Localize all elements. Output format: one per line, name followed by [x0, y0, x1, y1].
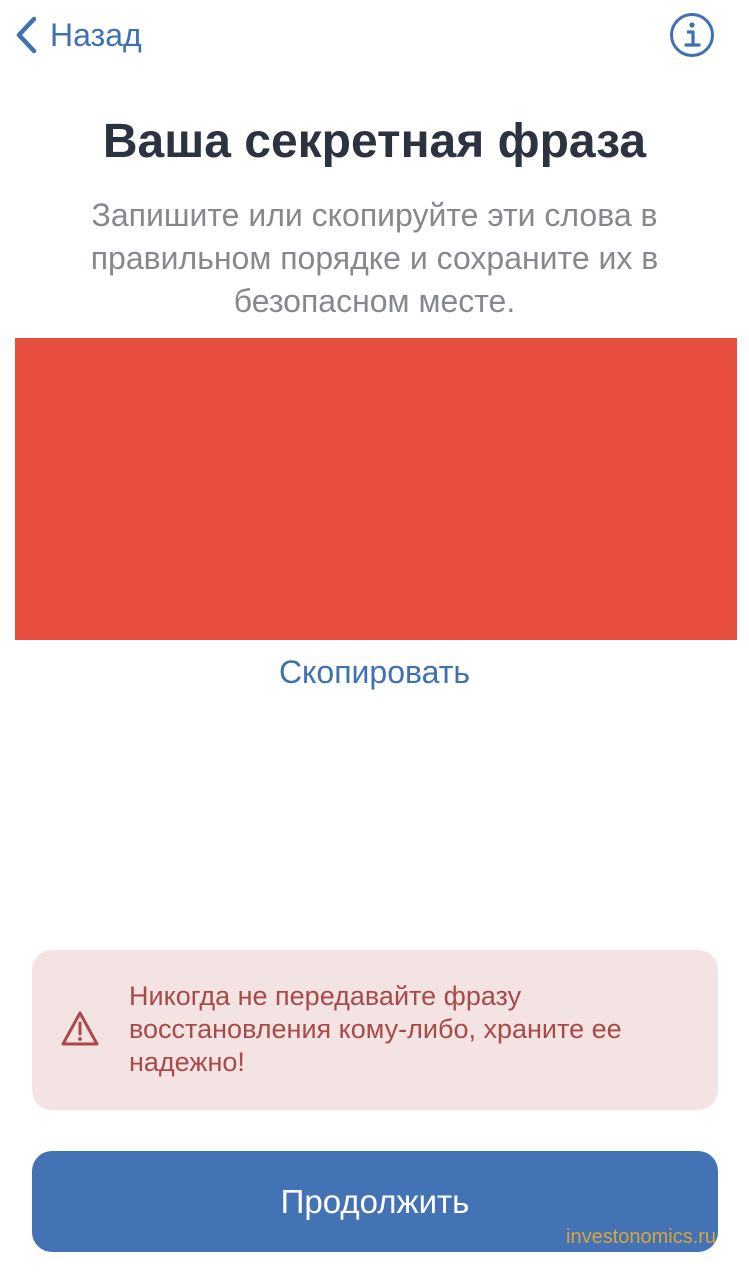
chevron-left-icon [14, 15, 38, 55]
page-title: Ваша секретная фраза [102, 115, 647, 168]
info-icon [669, 12, 715, 58]
back-button[interactable]: Назад [14, 12, 142, 58]
warning-triangle-icon [60, 1010, 100, 1048]
secret-phrase-redacted [15, 338, 737, 640]
warning-text: Никогда не передавайте фразу восстановле… [129, 981, 622, 1077]
warning-banner: Никогда не передавайте фразу восстановле… [32, 950, 718, 1110]
back-button-label: Назад [50, 16, 142, 53]
watermark: investonomics.ru [566, 1226, 717, 1248]
info-button[interactable] [669, 12, 715, 58]
page-subtitle: Запишите или скопируйте эти слова в прав… [90, 197, 659, 319]
copy-button[interactable]: Скопировать [0, 652, 749, 692]
